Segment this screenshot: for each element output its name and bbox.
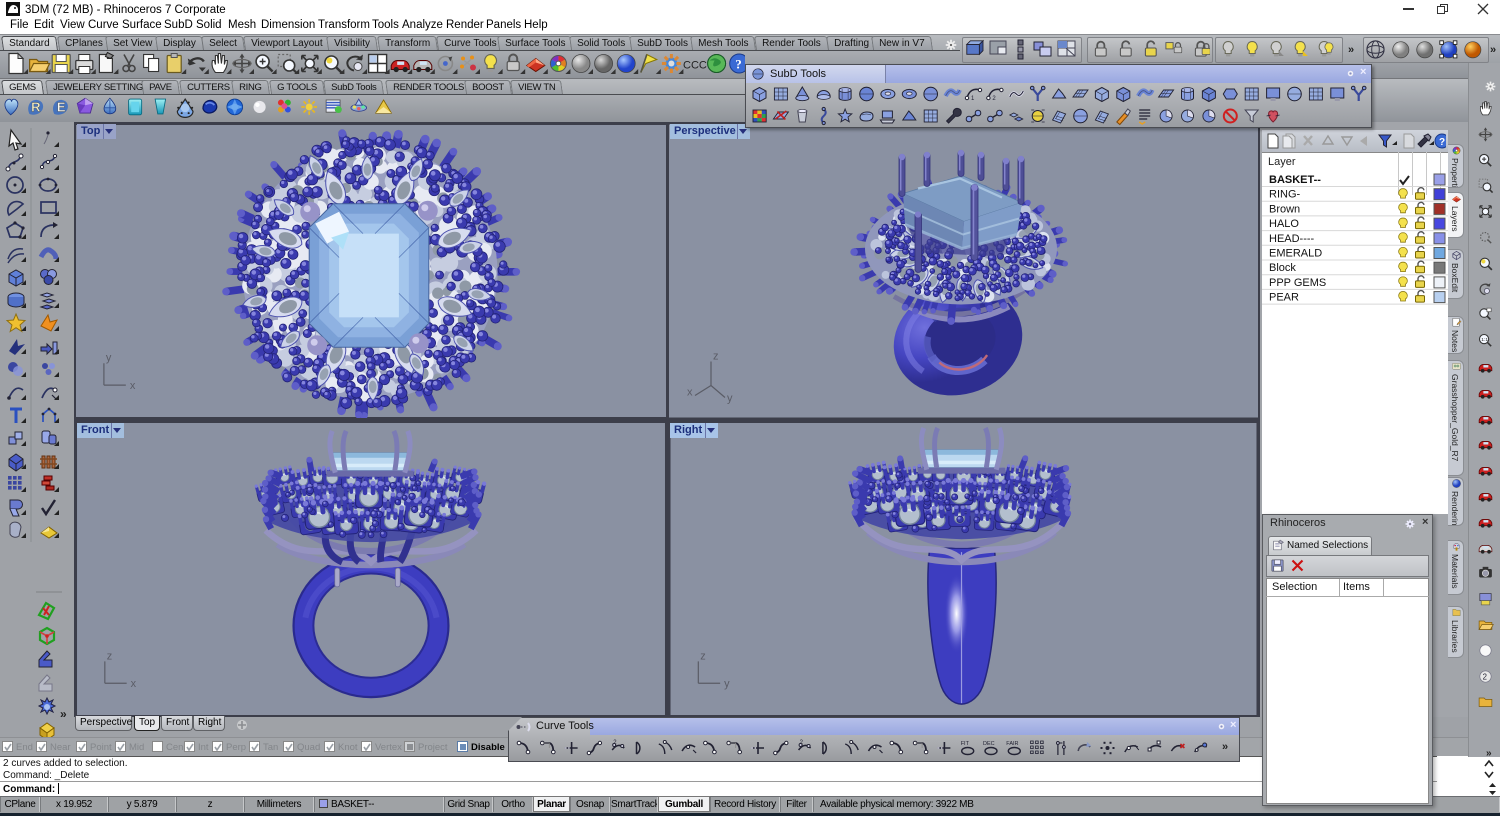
svg-text:?: ?	[735, 57, 742, 72]
svg-text:z: z	[700, 650, 705, 662]
svg-text:x: x	[130, 380, 136, 392]
svg-text:y: y	[106, 352, 112, 364]
svg-text:HEAD----: HEAD----	[1269, 233, 1315, 245]
svg-text:CCC: CCC	[683, 60, 707, 72]
svg-text:1:1: 1:1	[1481, 337, 1488, 343]
svg-text:RING-: RING-	[1269, 189, 1301, 201]
svg-text:z: z	[713, 351, 719, 363]
svg-text:Brown: Brown	[1269, 203, 1300, 215]
svg-text:PPP GEMS: PPP GEMS	[1269, 277, 1326, 289]
svg-text:PEAR: PEAR	[1269, 292, 1299, 304]
svg-text:y: y	[727, 393, 733, 405]
svg-text:Block: Block	[1269, 262, 1296, 274]
svg-text:EMERALD: EMERALD	[1269, 248, 1322, 260]
svg-text:x: x	[687, 387, 693, 399]
svg-text:HALO: HALO	[1269, 218, 1299, 230]
svg-text:»: »	[60, 707, 67, 721]
svg-text:E: E	[57, 99, 66, 114]
svg-text:y: y	[724, 678, 730, 690]
svg-text:R: R	[31, 99, 41, 114]
svg-text:2: 2	[1483, 672, 1487, 681]
svg-text:z: z	[107, 650, 112, 662]
svg-text:BASKET--: BASKET--	[1269, 174, 1321, 186]
svg-text:x: x	[131, 678, 137, 690]
svg-text:?: ?	[1439, 137, 1445, 148]
